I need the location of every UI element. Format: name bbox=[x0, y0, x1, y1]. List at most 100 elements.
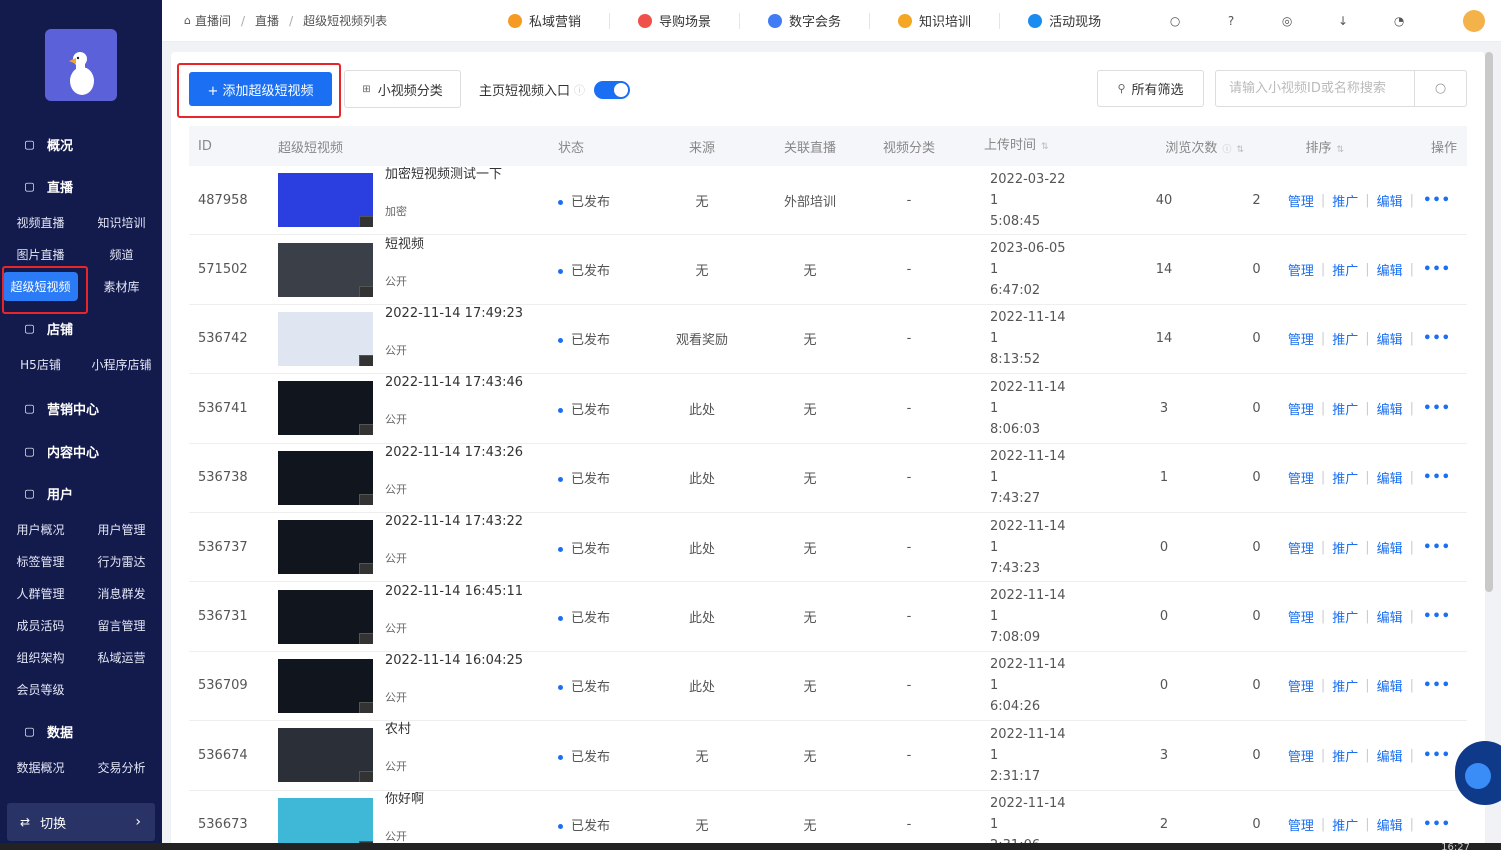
edit-button[interactable]: 编辑 bbox=[1377, 468, 1403, 487]
video-thumbnail[interactable] bbox=[278, 728, 373, 783]
nav-section-head[interactable]: ▢ 用户 bbox=[0, 481, 162, 505]
top-nav-item[interactable]: 活动现场 bbox=[1000, 13, 1129, 30]
sidebar-item[interactable]: 私域运营 bbox=[81, 641, 162, 673]
manage-button[interactable]: 管理 bbox=[1288, 676, 1314, 695]
sidebar-item[interactable]: H5店铺 bbox=[0, 348, 81, 380]
row-source: 此处 bbox=[688, 402, 715, 418]
avatar[interactable] bbox=[1463, 10, 1485, 32]
more-icon[interactable]: ••• bbox=[1423, 748, 1451, 763]
edit-button[interactable]: 编辑 bbox=[1377, 607, 1403, 626]
more-icon[interactable]: ••• bbox=[1423, 331, 1451, 346]
manage-button[interactable]: 管理 bbox=[1288, 468, 1314, 487]
sidebar-item[interactable]: 人群管理 bbox=[0, 577, 81, 609]
edit-button[interactable]: 编辑 bbox=[1377, 676, 1403, 695]
home-entry-toggle[interactable] bbox=[594, 81, 630, 99]
edit-button[interactable]: 编辑 bbox=[1377, 329, 1403, 348]
search-button[interactable]: ○ bbox=[1414, 71, 1466, 106]
video-thumbnail[interactable] bbox=[278, 242, 373, 297]
help-icon[interactable]: ? bbox=[1223, 13, 1239, 29]
manage-button[interactable]: 管理 bbox=[1288, 399, 1314, 418]
breadcrumb-item[interactable]: 直播间 bbox=[195, 12, 231, 29]
header-time[interactable]: 上传时间 ⇅ bbox=[954, 135, 1074, 158]
video-thumbnail[interactable] bbox=[278, 589, 373, 644]
category-button[interactable]: ⊞ 小视频分类 bbox=[344, 70, 461, 108]
manage-button[interactable]: 管理 bbox=[1288, 538, 1314, 557]
sidebar-item[interactable]: 标签管理 bbox=[0, 545, 81, 577]
promote-button[interactable]: 推广 bbox=[1332, 260, 1358, 279]
sidebar-item[interactable]: 组织架构 bbox=[0, 641, 81, 673]
promote-button[interactable]: 推广 bbox=[1332, 607, 1358, 626]
nav-section-head[interactable]: ▢ 营销中心 bbox=[0, 396, 162, 420]
bell-icon[interactable]: ◔ bbox=[1391, 13, 1407, 29]
sidebar-item[interactable]: 频道 bbox=[81, 238, 162, 270]
promote-button[interactable]: 推广 bbox=[1332, 676, 1358, 695]
top-nav-item[interactable]: 导购场景 bbox=[610, 12, 741, 30]
edit-button[interactable]: 编辑 bbox=[1377, 538, 1403, 557]
sidebar-item[interactable]: 会员等级 bbox=[0, 673, 81, 705]
compass-icon[interactable]: ◎ bbox=[1279, 13, 1295, 29]
manage-button[interactable]: 管理 bbox=[1288, 607, 1314, 626]
nav-section-head[interactable]: ▢ 内容中心 bbox=[0, 439, 162, 463]
sidebar-item[interactable]: 用户概况 bbox=[0, 513, 81, 545]
manage-button[interactable]: 管理 bbox=[1288, 746, 1314, 765]
nav-section-head[interactable]: ▢ 店铺 bbox=[0, 316, 162, 340]
sidebar-item[interactable]: 消息群发 bbox=[81, 577, 162, 609]
more-icon[interactable]: ••• bbox=[1423, 609, 1451, 624]
top-nav-item[interactable]: 数字会务 bbox=[740, 12, 871, 30]
filter-button[interactable]: ⚲ 所有筛选 bbox=[1097, 70, 1204, 107]
sidebar-item[interactable]: 数据概况 bbox=[0, 751, 81, 783]
video-thumbnail[interactable] bbox=[278, 520, 373, 575]
edit-button[interactable]: 编辑 bbox=[1377, 746, 1403, 765]
promote-button[interactable]: 推广 bbox=[1332, 538, 1358, 557]
manage-button[interactable]: 管理 bbox=[1288, 329, 1314, 348]
video-thumbnail[interactable] bbox=[278, 658, 373, 713]
sidebar-item[interactable]: 视频直播 bbox=[0, 206, 81, 238]
promote-button[interactable]: 推广 bbox=[1332, 468, 1358, 487]
download-icon[interactable]: ↓ bbox=[1335, 13, 1351, 29]
top-nav-item[interactable]: 知识培训 bbox=[870, 12, 1001, 30]
manage-button[interactable]: 管理 bbox=[1288, 815, 1314, 834]
edit-button[interactable]: 编辑 bbox=[1377, 191, 1403, 210]
video-thumbnail[interactable] bbox=[278, 450, 373, 505]
more-icon[interactable]: ••• bbox=[1423, 817, 1451, 832]
more-icon[interactable]: ••• bbox=[1423, 401, 1451, 416]
sidebar-item[interactable]: 行为雷达 bbox=[81, 545, 162, 577]
search-icon[interactable]: ○ bbox=[1167, 13, 1183, 29]
edit-button[interactable]: 编辑 bbox=[1377, 815, 1403, 834]
manage-button[interactable]: 管理 bbox=[1288, 191, 1314, 210]
video-thumbnail[interactable] bbox=[278, 381, 373, 436]
manage-button[interactable]: 管理 bbox=[1288, 260, 1314, 279]
nav-section-head[interactable]: ▢ 概况 bbox=[0, 132, 162, 156]
add-short-video-button[interactable]: + 添加超级短视频 bbox=[189, 72, 332, 106]
more-icon[interactable]: ••• bbox=[1423, 678, 1451, 693]
sidebar-item[interactable]: 成员活码 bbox=[0, 609, 81, 641]
promote-button[interactable]: 推广 bbox=[1332, 746, 1358, 765]
sidebar-item[interactable]: 用户管理 bbox=[81, 513, 162, 545]
video-thumbnail[interactable] bbox=[278, 311, 373, 366]
breadcrumb-item[interactable]: 直播 bbox=[255, 12, 279, 29]
search-input[interactable] bbox=[1216, 71, 1414, 106]
edit-button[interactable]: 编辑 bbox=[1377, 260, 1403, 279]
sidebar-item[interactable]: 知识培训 bbox=[81, 206, 162, 238]
switch-button[interactable]: ⇄ 切换 › bbox=[7, 803, 155, 841]
nav-section-head[interactable]: ▢ 数据 bbox=[0, 719, 162, 743]
promote-button[interactable]: 推广 bbox=[1332, 329, 1358, 348]
header-sort[interactable]: 排序 ⇅ bbox=[1254, 137, 1354, 156]
nav-section-head[interactable]: ▢ 直播 bbox=[0, 174, 162, 198]
top-nav-item[interactable]: 私域营销 bbox=[480, 12, 611, 30]
edit-button[interactable]: 编辑 bbox=[1377, 399, 1403, 418]
sidebar-item[interactable]: 交易分析 bbox=[81, 751, 162, 783]
header-views[interactable]: 浏览次数 ⓘ ⇅ bbox=[1074, 137, 1254, 156]
scrollbar[interactable] bbox=[1485, 52, 1493, 592]
more-icon[interactable]: ••• bbox=[1423, 470, 1451, 485]
more-icon[interactable]: ••• bbox=[1423, 262, 1451, 277]
sidebar-item[interactable]: 留言管理 bbox=[81, 609, 162, 641]
promote-button[interactable]: 推广 bbox=[1332, 815, 1358, 834]
more-icon[interactable]: ••• bbox=[1423, 193, 1451, 208]
video-thumbnail[interactable] bbox=[278, 173, 373, 228]
more-icon[interactable]: ••• bbox=[1423, 540, 1451, 555]
promote-button[interactable]: 推广 bbox=[1332, 399, 1358, 418]
sidebar-item[interactable]: 素材库 bbox=[81, 270, 162, 302]
sidebar-item[interactable]: 小程序店铺 bbox=[81, 348, 162, 380]
promote-button[interactable]: 推广 bbox=[1332, 191, 1358, 210]
